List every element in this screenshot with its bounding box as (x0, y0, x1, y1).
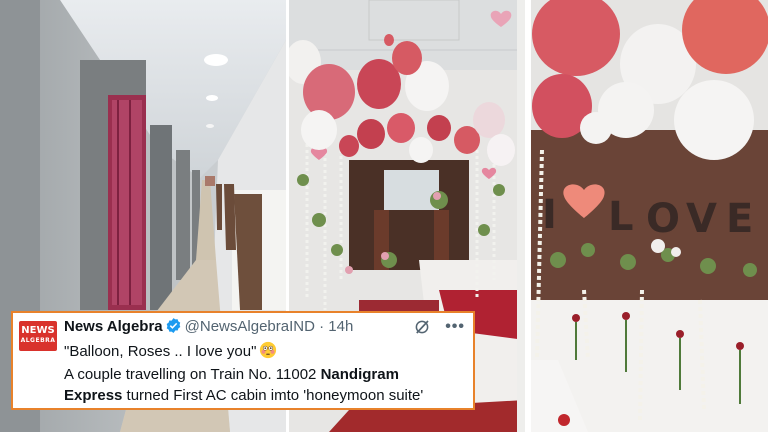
wall-letter-e: E (726, 196, 753, 242)
dot-separator: · (319, 318, 325, 335)
post-age[interactable]: 14h (328, 318, 353, 335)
verified-badge-icon (166, 318, 180, 333)
post-body-part-2: turned First AC cabin imto 'honeymoon su… (122, 387, 424, 404)
post-header: News Algebra @NewsAlgebraIND · 14h (64, 317, 353, 337)
post-body-part-1: A couple travelling on Train No. 11002 (64, 366, 321, 383)
train-name-part-1: Nandigram (320, 366, 399, 383)
wall-letter-o: O (646, 196, 680, 242)
post-quote: "Balloon, Roses .. I love you" (64, 343, 257, 360)
post-body-line-1: A couple travelling on Train No. 11002 N… (64, 366, 399, 383)
love-wall-illustration: I L O V E (528, 0, 768, 432)
wall-letter-l: L (608, 194, 634, 240)
post-quote-line: "Balloon, Roses .. I love you" (64, 341, 277, 360)
more-icon[interactable]: ••• (445, 317, 465, 337)
author-name[interactable]: News Algebra (64, 318, 163, 335)
post-card[interactable]: NEWS ALGEBRA News Algebra @NewsAlgebraIND… (11, 311, 475, 410)
news-algebra-logo[interactable]: NEWS ALGEBRA (19, 321, 57, 351)
post-actions: ••• (413, 317, 465, 337)
logo-line-1: NEWS (21, 325, 55, 336)
flushed-face-emoji (260, 341, 277, 359)
logo-line-2: ALGEBRA (20, 337, 56, 344)
post-body-line-2: Express turned First AC cabin imto 'hone… (64, 387, 423, 404)
wall-letter-v: V (686, 196, 717, 242)
wall-letter-i: I (542, 192, 557, 238)
grok-icon[interactable] (413, 318, 431, 336)
author-handle[interactable]: @NewsAlgebraIND (185, 318, 315, 335)
love-wall-photo: I L O V E (528, 0, 768, 432)
train-name-part-2: Express (64, 387, 123, 404)
